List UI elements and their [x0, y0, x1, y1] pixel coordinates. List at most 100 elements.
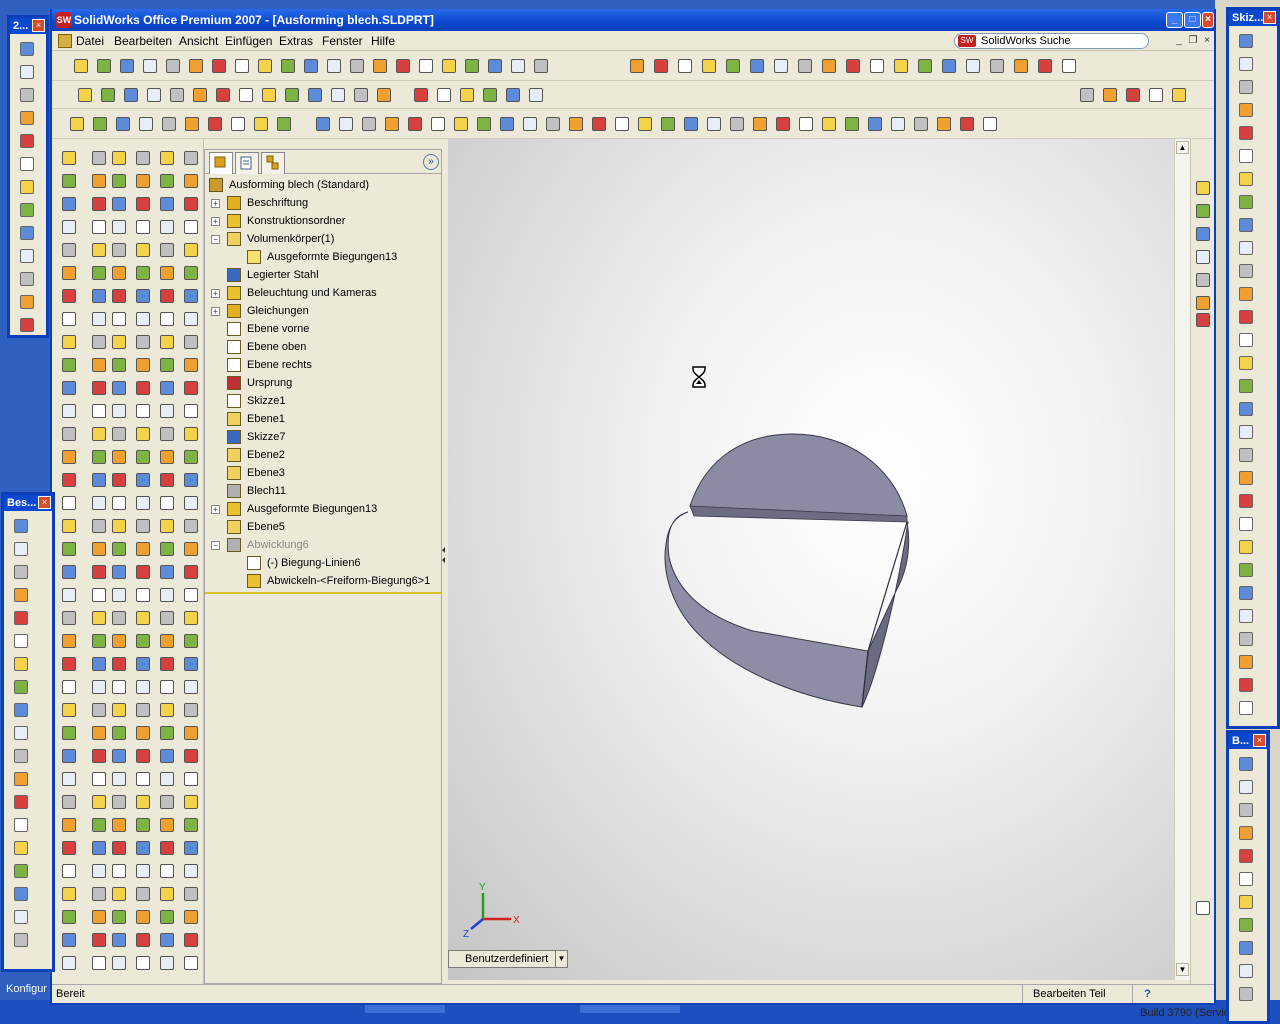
feature-tool-icon[interactable]: [252, 115, 270, 133]
vertical-tool-icon[interactable]: [90, 609, 108, 627]
feature-tool-icon[interactable]: [314, 115, 332, 133]
fl3-tool-icon[interactable]: [1237, 653, 1255, 671]
vertical-tool-icon[interactable]: [60, 609, 78, 627]
fl3-tool-icon[interactable]: [1237, 699, 1255, 717]
fl2-tool-icon[interactable]: [12, 586, 30, 604]
vertical-tool-icon[interactable]: [110, 586, 128, 604]
vertical-tool-icon[interactable]: [134, 218, 152, 236]
vertical-tool-icon[interactable]: [110, 908, 128, 926]
standard-tool-icon[interactable]: [652, 57, 670, 75]
fl3-tool-icon[interactable]: [1237, 101, 1255, 119]
vertical-tool-icon[interactable]: [158, 724, 176, 742]
vertical-tool-icon[interactable]: [90, 793, 108, 811]
vertical-tool-icon[interactable]: [90, 494, 108, 512]
vertical-tool-icon[interactable]: [158, 149, 176, 167]
standard-tool-icon[interactable]: [509, 57, 527, 75]
fl2-tool-icon[interactable]: [12, 655, 30, 673]
tree-expander-icon[interactable]: +: [211, 505, 220, 514]
vertical-tool-icon[interactable]: [90, 747, 108, 765]
vertical-tool-icon[interactable]: [158, 586, 176, 604]
feature-tool-icon[interactable]: [866, 115, 884, 133]
vertical-tool-icon[interactable]: [60, 816, 78, 834]
vertical-tool-icon[interactable]: [182, 149, 200, 167]
fl3-tool-icon[interactable]: [1237, 423, 1255, 441]
vertical-tool-icon[interactable]: [110, 471, 128, 489]
vertical-tool-icon[interactable]: [110, 517, 128, 535]
fl4-tool-icon[interactable]: [1237, 801, 1255, 819]
vertical-tool-icon[interactable]: [182, 885, 200, 903]
help-icon[interactable]: ?: [1132, 985, 1162, 1003]
feature-tool-icon[interactable]: [843, 115, 861, 133]
vertical-tool-icon[interactable]: [90, 632, 108, 650]
vertical-tool-icon[interactable]: [158, 540, 176, 558]
feature-tool-icon[interactable]: [751, 115, 769, 133]
vertical-tool-icon[interactable]: [60, 885, 78, 903]
vertical-tool-icon[interactable]: [182, 264, 200, 282]
vertical-tool-icon[interactable]: [90, 770, 108, 788]
menu-datei[interactable]: Datei: [76, 34, 104, 48]
fl3-tool-icon[interactable]: [1237, 492, 1255, 510]
feature-tool-icon[interactable]: [452, 115, 470, 133]
vertical-tool-icon[interactable]: [158, 287, 176, 305]
vertical-tool-icon[interactable]: [60, 264, 78, 282]
macro-tool-icon[interactable]: [1170, 86, 1188, 104]
vertical-tool-icon[interactable]: [60, 655, 78, 673]
fl1-tool-icon[interactable]: [18, 178, 36, 196]
fl2-tool-icon[interactable]: [12, 908, 30, 926]
fl3-tool-icon[interactable]: [1237, 515, 1255, 533]
tree-expander-icon[interactable]: −: [211, 235, 220, 244]
macro-tool-icon[interactable]: [191, 86, 209, 104]
vertical-tool-icon[interactable]: [110, 494, 128, 512]
task-pane-tool-icon[interactable]: [1194, 271, 1212, 289]
vertical-tool-icon[interactable]: [158, 448, 176, 466]
fl1-tool-icon[interactable]: [18, 40, 36, 58]
standard-tool-icon[interactable]: [325, 57, 343, 75]
vertical-tool-icon[interactable]: [182, 908, 200, 926]
vertical-tool-icon[interactable]: [158, 425, 176, 443]
standard-tool-icon[interactable]: [964, 57, 982, 75]
vertical-tool-icon[interactable]: [110, 885, 128, 903]
vertical-tool-icon[interactable]: [158, 494, 176, 512]
vertical-tool-icon[interactable]: [110, 655, 128, 673]
vertical-tool-icon[interactable]: [60, 563, 78, 581]
feature-tool-icon[interactable]: [613, 115, 631, 133]
standard-tool-icon[interactable]: [748, 57, 766, 75]
vertical-tool-icon[interactable]: [110, 402, 128, 420]
vertical-tool-icon[interactable]: [158, 678, 176, 696]
vertical-tool-icon[interactable]: [110, 379, 128, 397]
vertical-tool-icon[interactable]: [182, 379, 200, 397]
vertical-tool-icon[interactable]: [110, 701, 128, 719]
vertical-tool-icon[interactable]: [134, 678, 152, 696]
fl3-tool-icon[interactable]: [1237, 285, 1255, 303]
fl1-tool-icon[interactable]: [18, 316, 36, 334]
vertical-tool-icon[interactable]: [110, 264, 128, 282]
chevron-down-icon[interactable]: ▼: [555, 951, 567, 967]
vertical-tool-icon[interactable]: [60, 379, 78, 397]
standard-tool-icon[interactable]: [916, 57, 934, 75]
vertical-tool-icon[interactable]: [158, 770, 176, 788]
configuration-tab[interactable]: Benutzerdefiniert ▼: [448, 950, 568, 968]
vertical-tool-icon[interactable]: [134, 517, 152, 535]
doc-minimize-button[interactable]: _: [1172, 35, 1186, 47]
vertical-tool-icon[interactable]: [182, 172, 200, 190]
feature-tool-icon[interactable]: [889, 115, 907, 133]
fl4-tool-icon[interactable]: [1237, 824, 1255, 842]
fl3-tool-icon[interactable]: [1237, 630, 1255, 648]
fl4-tool-icon[interactable]: [1237, 778, 1255, 796]
vertical-tool-icon[interactable]: [158, 517, 176, 535]
feature-tool-icon[interactable]: [659, 115, 677, 133]
feature-tool-icon[interactable]: [229, 115, 247, 133]
fl2-tool-icon[interactable]: [12, 816, 30, 834]
vertical-tool-icon[interactable]: [158, 471, 176, 489]
feature-tool-icon[interactable]: [820, 115, 838, 133]
feature-tool-icon[interactable]: [206, 115, 224, 133]
fl2-tool-icon[interactable]: [12, 747, 30, 765]
vertical-tool-icon[interactable]: [134, 655, 152, 673]
vertical-tool-icon[interactable]: [110, 287, 128, 305]
macro-tool-icon[interactable]: [481, 86, 499, 104]
document-icon[interactable]: [58, 34, 72, 48]
vertical-tool-icon[interactable]: [134, 931, 152, 949]
vertical-tool-icon[interactable]: [60, 149, 78, 167]
vertical-tool-icon[interactable]: [110, 678, 128, 696]
vertical-tool-icon[interactable]: [182, 310, 200, 328]
